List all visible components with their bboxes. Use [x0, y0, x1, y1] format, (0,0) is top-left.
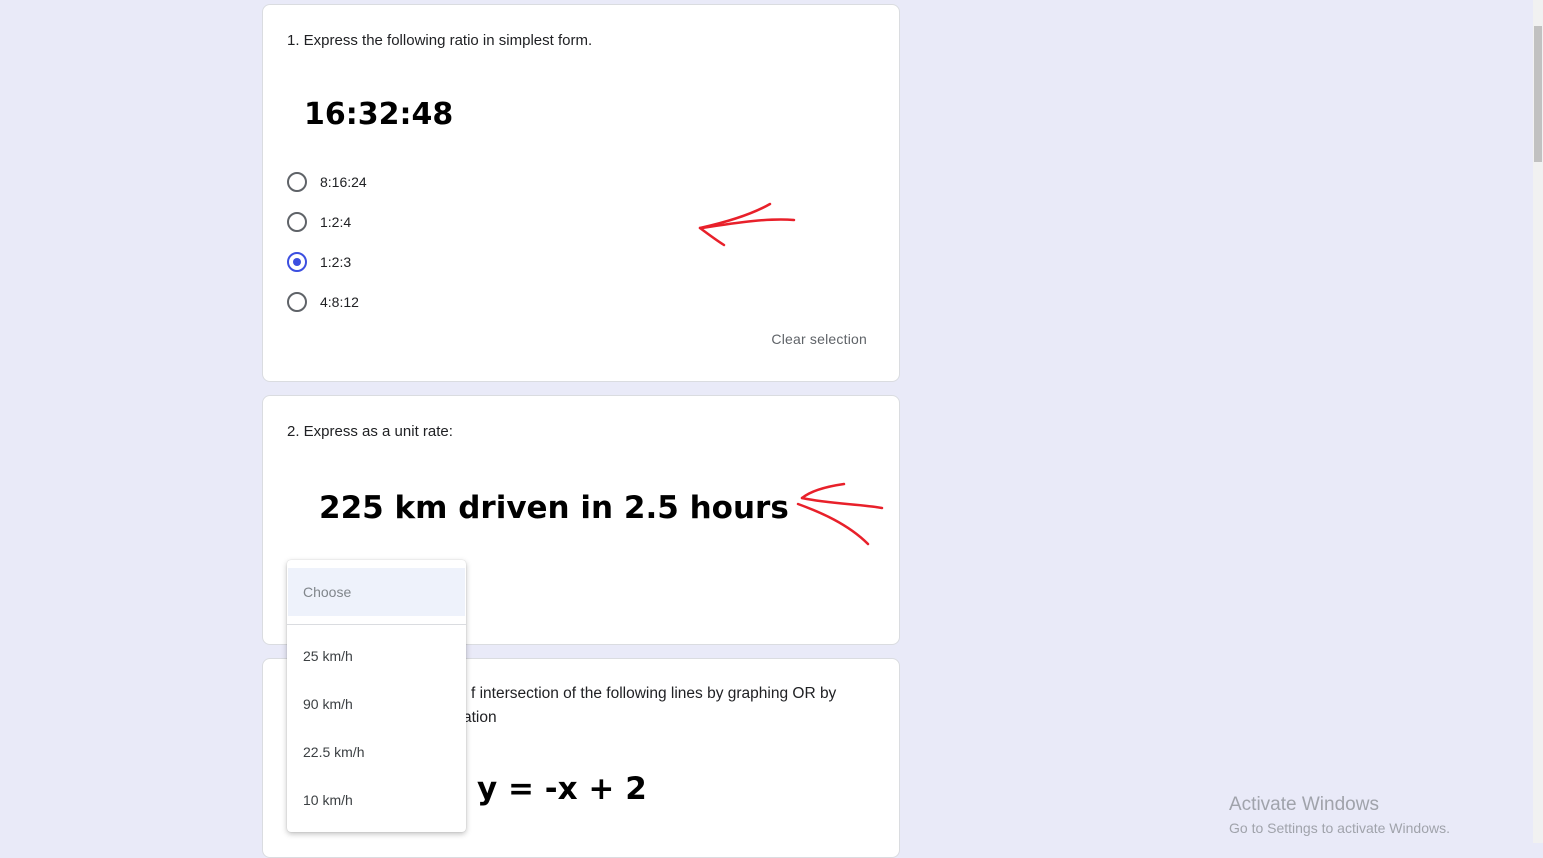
- option-3[interactable]: 1:2:3: [287, 250, 351, 274]
- question-1-title: 1. Express the following ratio in simple…: [287, 32, 593, 49]
- red-arrow-annotation-icon: [698, 202, 796, 247]
- dropdown-option-1[interactable]: 25 km/h: [287, 632, 466, 680]
- red-arrow-annotation-icon: [796, 482, 884, 546]
- radio-button-checked-icon[interactable]: [287, 252, 307, 272]
- question-3-title-line2: ation: [463, 709, 497, 726]
- radio-button-icon[interactable]: [287, 172, 307, 192]
- question-3-title-line1: f intersection of the following lines by…: [471, 685, 837, 702]
- question-2-prompt: 225 km driven in 2.5 hours: [319, 490, 789, 526]
- unit-rate-dropdown[interactable]: Choose 25 km/h 90 km/h 22.5 km/h 10 km/h: [287, 560, 466, 832]
- dropdown-divider: [287, 624, 466, 625]
- question-2-title: 2. Express as a unit rate:: [287, 423, 453, 440]
- radio-button-icon[interactable]: [287, 212, 307, 232]
- option-label: 1:2:4: [320, 214, 352, 230]
- activate-windows-subtitle: Go to Settings to activate Windows.: [1229, 820, 1450, 836]
- option-1[interactable]: 8:16:24: [287, 170, 367, 194]
- activate-windows-title: Activate Windows: [1229, 794, 1379, 815]
- option-2[interactable]: 1:2:4: [287, 210, 351, 234]
- question-card-1: 1. Express the following ratio in simple…: [262, 4, 900, 382]
- option-label: 1:2:3: [320, 254, 352, 270]
- option-label: 4:8:12: [320, 294, 359, 310]
- dropdown-choose-option[interactable]: Choose: [288, 568, 465, 616]
- dropdown-option-2[interactable]: 90 km/h: [287, 680, 466, 728]
- scrollbar-thumb[interactable]: [1534, 26, 1542, 162]
- dropdown-option-3[interactable]: 22.5 km/h: [287, 728, 466, 776]
- question-1-ratio: 16:32:48: [304, 97, 454, 132]
- option-4[interactable]: 4:8:12: [287, 290, 359, 314]
- question-3-equation: y = -x + 2: [477, 771, 647, 807]
- clear-selection-button[interactable]: Clear selection: [771, 331, 867, 347]
- option-label: 8:16:24: [320, 174, 367, 190]
- scrollbar[interactable]: [1533, 0, 1543, 843]
- dropdown-option-4[interactable]: 10 km/h: [287, 776, 466, 824]
- radio-button-icon[interactable]: [287, 292, 307, 312]
